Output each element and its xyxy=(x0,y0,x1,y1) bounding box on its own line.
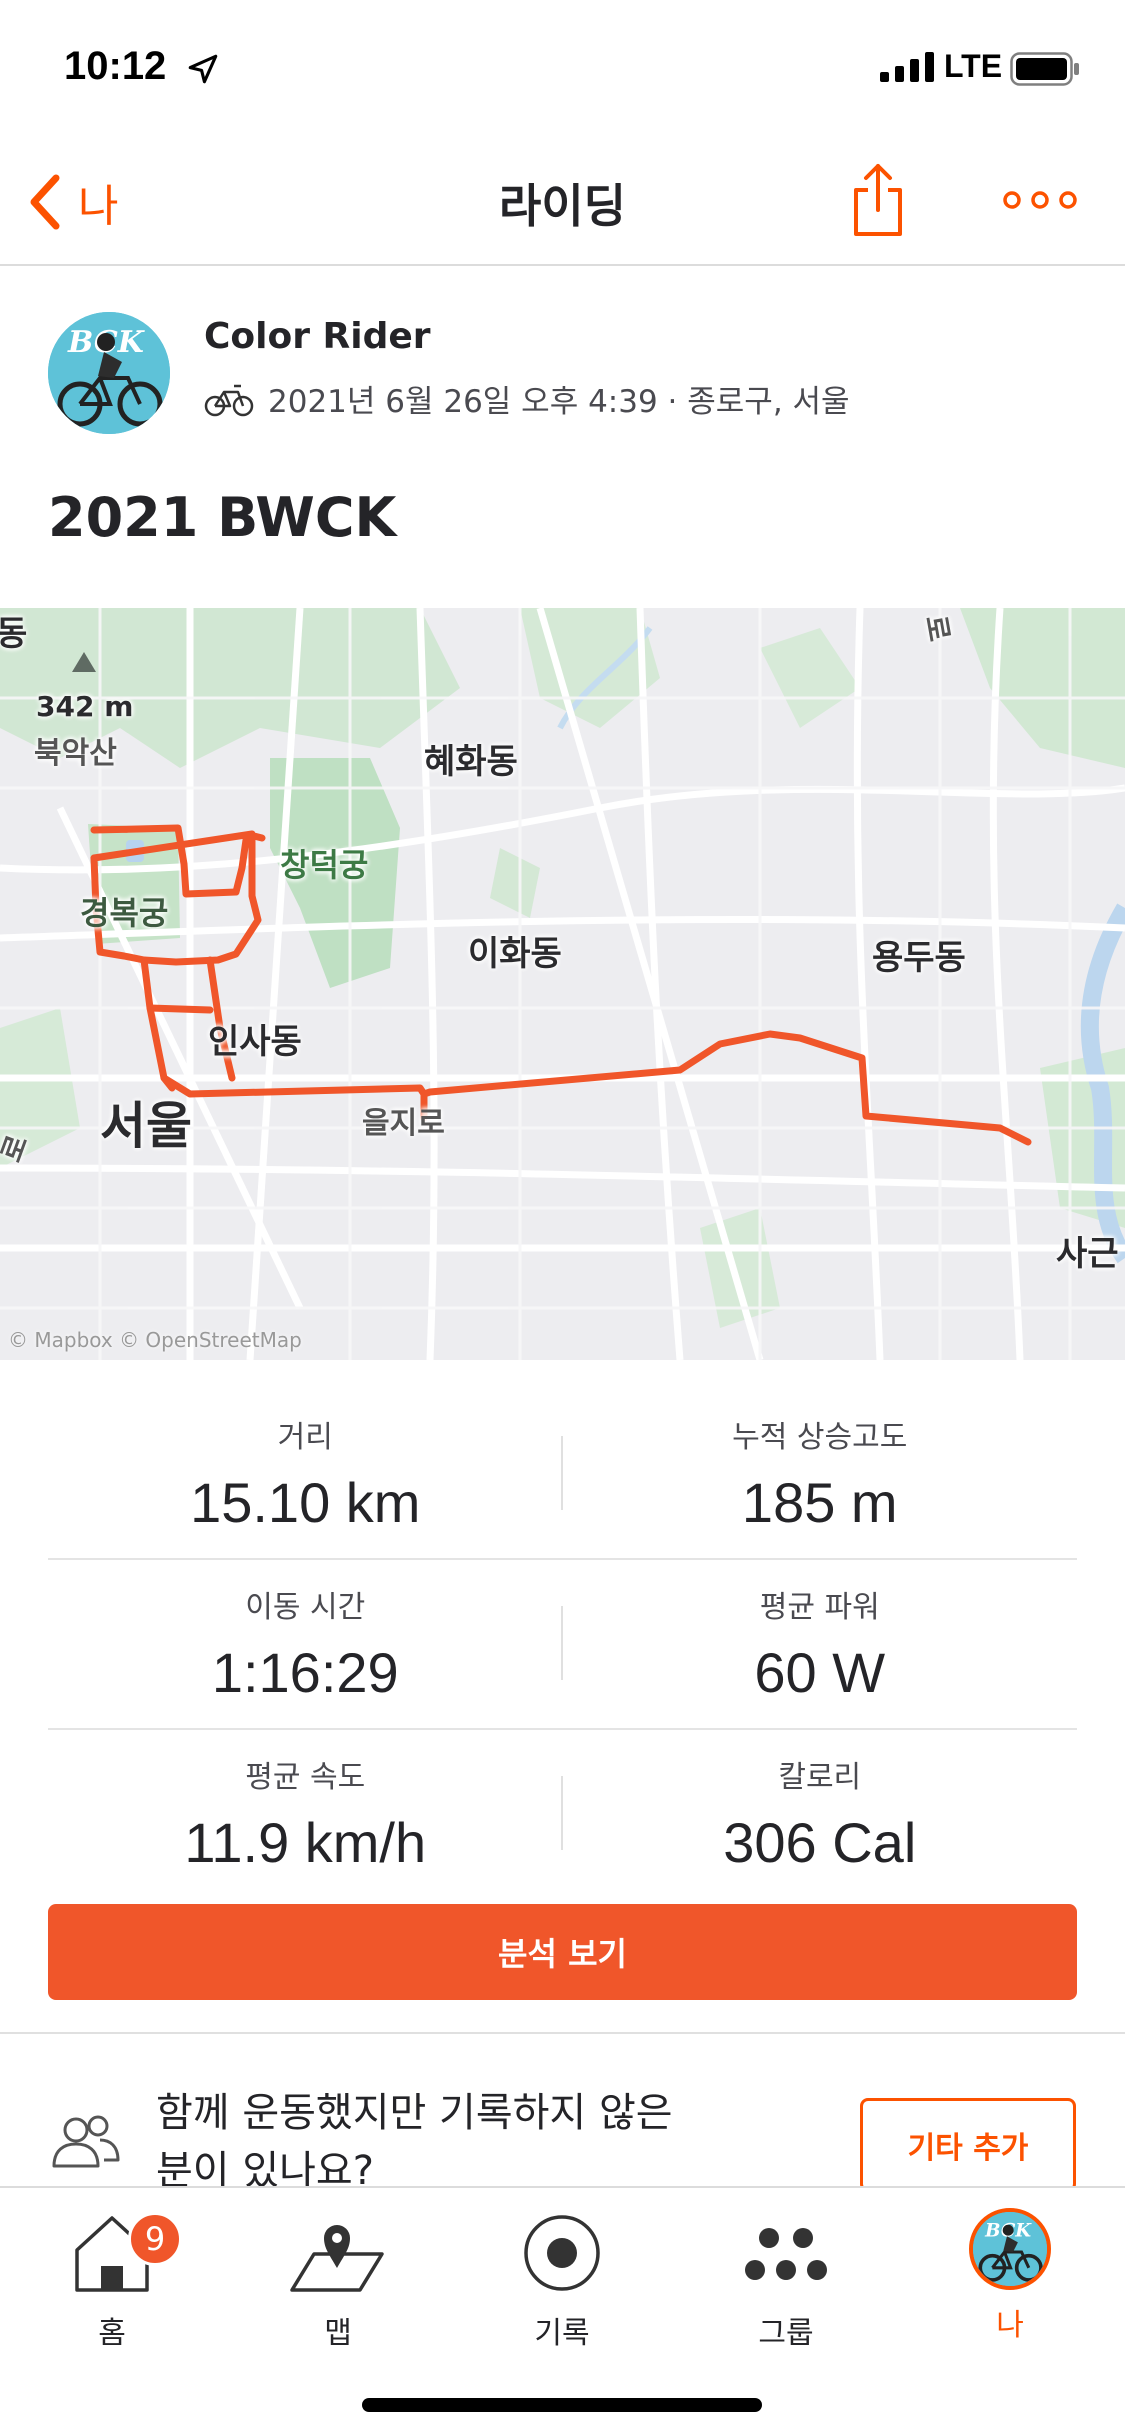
groups-icon xyxy=(745,2228,827,2280)
route-map[interactable]: 동 342 m 북악산 혜화동 창덕궁 경복궁 이화동 용두동 인사동 서울 을… xyxy=(0,608,1125,1360)
stat-row: 평균 속도 11.9 km/h 칼로리 306 Cal xyxy=(48,1730,1077,1900)
stat-label: 거리 xyxy=(277,1420,333,1455)
tab-groups[interactable]: 그룹 xyxy=(706,2208,866,2351)
map-label-insa: 인사동 xyxy=(208,1022,302,1062)
tab-you[interactable]: BCK 나 xyxy=(930,2208,1090,2348)
stat-label: 이동 시간 xyxy=(245,1590,366,1625)
section-divider xyxy=(0,2032,1125,2034)
notification-badge: 9 xyxy=(128,2212,182,2266)
network-type: LTE xyxy=(944,48,1003,84)
stat-distance: 거리 15.10 km xyxy=(48,1390,563,1558)
stat-value: 185 m xyxy=(741,1471,898,1534)
tab-maps[interactable]: 맵 xyxy=(258,2208,418,2351)
stat-label: 누적 상승고도 xyxy=(732,1420,908,1455)
stat-label: 평균 속도 xyxy=(245,1760,366,1795)
stats-grid: 거리 15.10 km 누적 상승고도 185 m 이동 시간 1:16:29 … xyxy=(48,1390,1077,1900)
activity-meta: 2021년 6월 26일 오후 4:39 · 종로구, 서울 xyxy=(204,376,850,421)
stat-label: 평균 파워 xyxy=(759,1590,880,1625)
athlete-avatar[interactable]: BCK xyxy=(48,312,170,434)
stat-avg-speed: 평균 속도 11.9 km/h xyxy=(48,1730,563,1900)
map-label-gyeongbok: 경복궁 xyxy=(80,894,169,932)
cellular-signal-icon xyxy=(880,52,934,82)
stat-value: 1:16:29 xyxy=(211,1641,399,1704)
location-arrow-icon xyxy=(188,54,218,84)
bike-icon xyxy=(204,384,254,416)
map-label-elevation: 342 m xyxy=(36,690,134,723)
map-pin-icon xyxy=(290,2225,384,2292)
record-icon xyxy=(524,2215,600,2291)
status-bar: 10:12 LTE xyxy=(0,0,1125,140)
map-label-dong-edge: 동 xyxy=(0,614,28,654)
stat-elevation-gain: 누적 상승고도 185 m xyxy=(563,1390,1078,1558)
profile-avatar: BCK xyxy=(969,2208,1051,2290)
stat-value: 11.9 km/h xyxy=(184,1811,427,1874)
tab-home[interactable]: 9 홈 xyxy=(32,2208,192,2351)
tab-label: 기록 xyxy=(534,2316,590,2351)
battery-icon xyxy=(1010,52,1079,86)
stat-divider xyxy=(561,1436,563,1510)
tab-record[interactable]: 기록 xyxy=(482,2208,642,2351)
map-label-changdeok: 창덕궁 xyxy=(280,846,369,884)
stat-moving-time: 이동 시간 1:16:29 xyxy=(48,1560,563,1728)
route-line xyxy=(90,824,1032,1146)
people-icon xyxy=(52,2115,120,2168)
home-indicator xyxy=(362,2398,762,2412)
stat-row: 이동 시간 1:16:29 평균 파워 60 W xyxy=(48,1560,1077,1730)
more-options-icon[interactable] xyxy=(1000,180,1080,220)
view-analysis-button[interactable]: 분석 보기 xyxy=(48,1904,1077,2000)
tab-label: 맵 xyxy=(324,2316,352,2351)
map-label-seoul: 서울 xyxy=(100,1097,192,1155)
stat-value: 306 Cal xyxy=(723,1811,917,1874)
map-label-euljiro: 을지로 xyxy=(362,1106,445,1141)
tab-label: 나 xyxy=(996,2308,1024,2343)
cyclist-avatar-image: BCK xyxy=(973,2212,1047,2286)
map-attribution: © Mapbox © OpenStreetMap xyxy=(8,1328,302,1352)
stat-row: 거리 15.10 km 누적 상승고도 185 m xyxy=(48,1390,1077,1560)
stat-calories: 칼로리 306 Cal xyxy=(563,1730,1078,1900)
map-label-sagun: 사근 xyxy=(1056,1234,1119,1274)
athlete-name[interactable]: Color Rider xyxy=(204,316,431,357)
stat-divider xyxy=(561,1776,563,1850)
stat-value: 60 W xyxy=(754,1641,886,1704)
page-title: 라이딩 xyxy=(499,179,626,233)
stat-divider xyxy=(561,1606,563,1680)
map-base xyxy=(0,608,1125,1360)
status-time: 10:12 xyxy=(64,44,167,88)
activity-title: 2021 BWCK xyxy=(48,486,397,549)
tab-label: 홈 xyxy=(98,2316,126,2351)
map-label-ihwa: 이화동 xyxy=(468,934,562,974)
activity-date-location: 2021년 6월 26일 오후 4:39 · 종로구, 서울 xyxy=(268,384,850,420)
map-label-bugaksan: 북악산 xyxy=(34,736,117,771)
add-others-prompt: 함께 운동했지만 기록하지 않은 분이 있나요? xyxy=(156,2090,673,2194)
tab-label: 그룹 xyxy=(758,2316,814,2351)
tab-bar: 9 홈 맵 기록 그룹 BCK xyxy=(0,2186,1125,2436)
share-icon[interactable] xyxy=(848,160,908,240)
stat-label: 칼로리 xyxy=(778,1760,862,1795)
stat-avg-power: 평균 파워 60 W xyxy=(563,1560,1078,1728)
map-label-hyehwa: 혜화동 xyxy=(424,742,518,782)
add-others-button[interactable]: 기타 추가 xyxy=(860,2098,1076,2192)
map-label-yongdu: 용두동 xyxy=(872,938,966,978)
stat-value: 15.10 km xyxy=(190,1471,421,1534)
cyclist-avatar-image: BCK xyxy=(48,312,170,434)
nav-bar: 나 라이딩 xyxy=(0,140,1125,266)
